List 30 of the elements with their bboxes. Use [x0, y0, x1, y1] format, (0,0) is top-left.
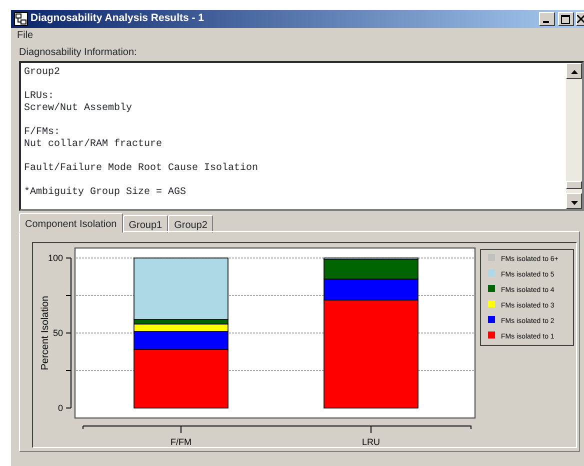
info-line: F/FMs: — [24, 127, 62, 138]
scrollbar[interactable] — [566, 63, 582, 209]
scroll-up-button[interactable] — [566, 63, 582, 79]
info-text-area[interactable]: Group2 LRUs: Screw/Nut Assembly F/FMs: Nut collar/RAM fracture Fault/Failure Mode Root Cause Isolation *Ambiguity Group Size = AGS — [19, 61, 584, 211]
window-title: Diagnosability Analysis Results - 1 — [30, 11, 205, 26]
tick-label: 100 — [48, 253, 63, 263]
tick-label: 0 — [58, 403, 63, 413]
section-label: Diagnosability Information: — [18, 46, 138, 60]
axis-title: Percent Isolation — [40, 296, 51, 370]
scroll-thumb[interactable] — [566, 181, 582, 189]
menu-item[interactable]: File — [11, 28, 40, 43]
minimize-button[interactable] — [538, 12, 555, 26]
close-icon — [577, 15, 584, 23]
category-label: F/FM — [170, 437, 192, 447]
maximize-icon — [561, 14, 570, 24]
close-button[interactable] — [576, 12, 584, 26]
scroll-down-button[interactable] — [566, 193, 582, 209]
info-line: *Ambiguity Group Size = AGS — [24, 187, 188, 199]
tick-label: 50 — [52, 328, 63, 338]
tab[interactable]: Group1 — [122, 215, 168, 233]
maximize-button[interactable] — [558, 12, 574, 26]
info-line: LRUs: — [24, 91, 56, 102]
tab[interactable]: Component Isolation — [19, 213, 123, 233]
category-label: LRU — [362, 437, 380, 447]
info-line: Nut collar/RAM fracture — [24, 139, 164, 151]
tab[interactable]: Group2 — [168, 215, 214, 233]
info-line: Group2 — [24, 67, 62, 79]
info-line: Screw/Nut Assembly — [24, 103, 134, 115]
app-icon — [14, 12, 28, 26]
info-line: Fault/Failure Mode Root Cause Isolation — [24, 163, 260, 175]
